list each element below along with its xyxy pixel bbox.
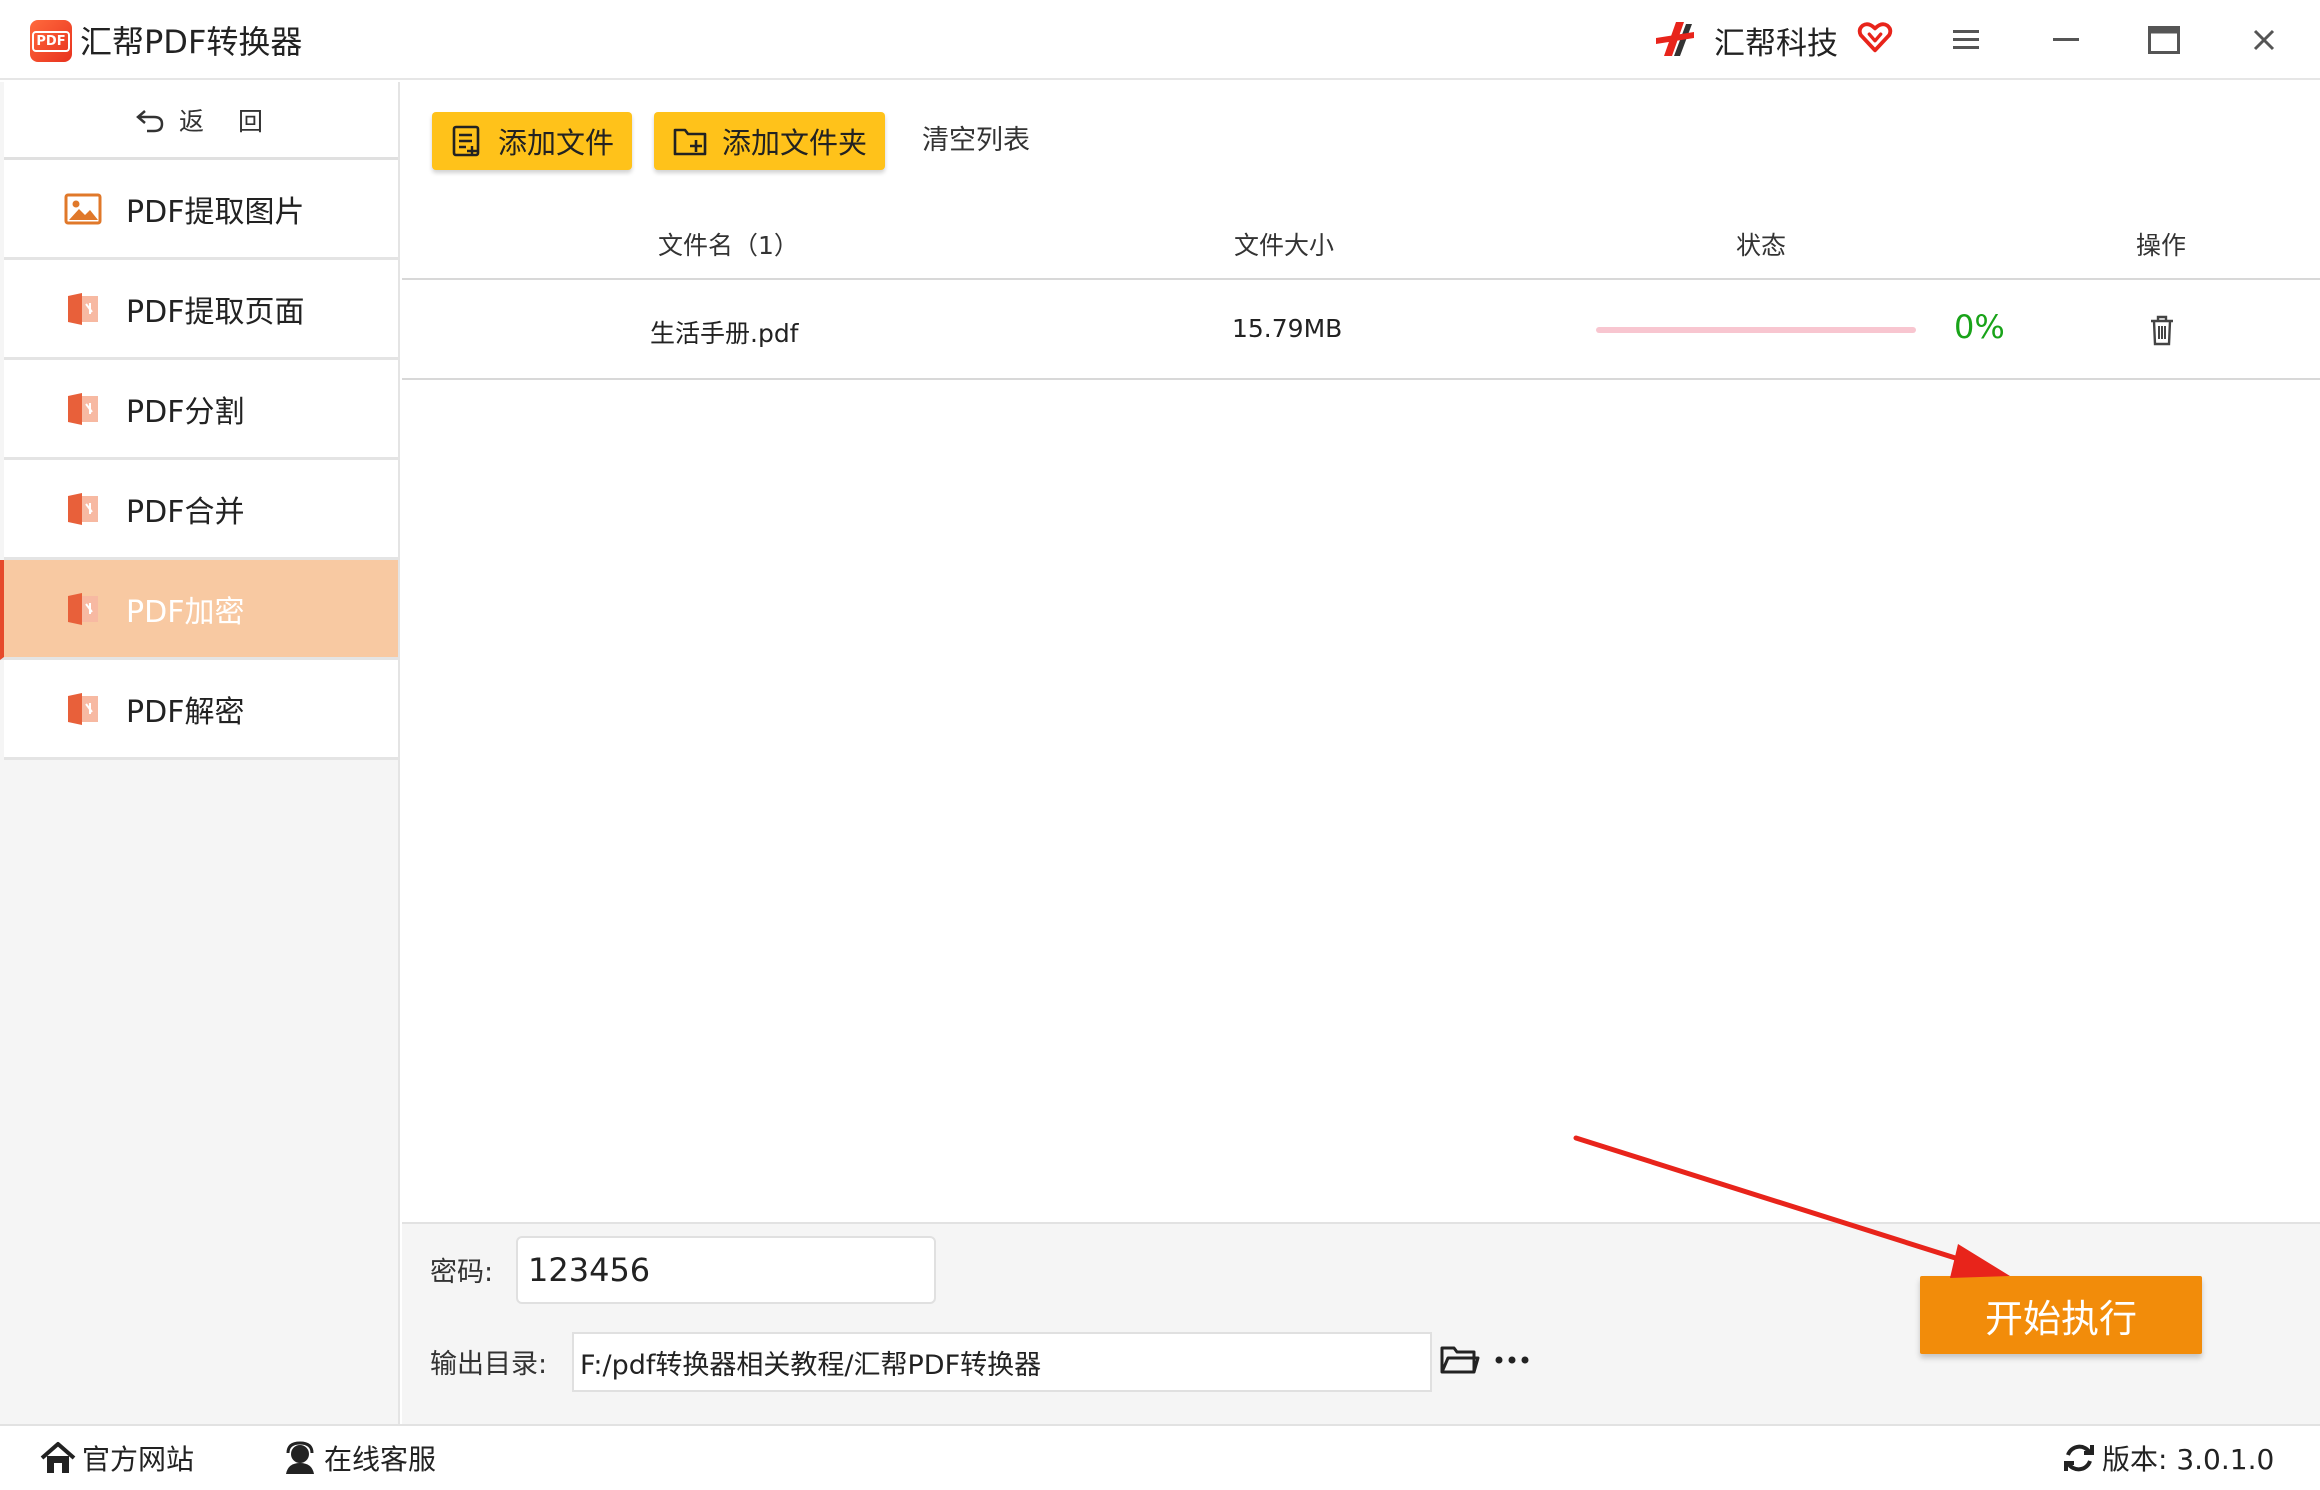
- toolbar: 添加文件 添加文件夹 清空列表: [402, 82, 2320, 198]
- add-folder-label: 添加文件夹: [722, 126, 868, 160]
- sidebar-item-encrypt[interactable]: PDF加密: [0, 560, 398, 660]
- version-label: 版本: 3.0.1.0: [2102, 1443, 2275, 1476]
- brand-name: 汇帮科技: [1714, 25, 1838, 62]
- back-arrow-icon: [136, 109, 164, 132]
- back-label-2: 回: [238, 106, 268, 136]
- pdf-file-icon: [68, 592, 98, 625]
- add-file-icon: [452, 125, 480, 157]
- close-icon: [2253, 29, 2275, 51]
- output-dir-input[interactable]: [572, 1332, 1432, 1392]
- add-folder-button[interactable]: 添加文件夹: [654, 112, 886, 170]
- file-name: 生活手册.pdf: [650, 319, 799, 348]
- start-button[interactable]: 开始执行: [1920, 1276, 2202, 1354]
- back-label: 返: [178, 106, 208, 136]
- sidebar-item-extract-pages[interactable]: PDF提取页面: [4, 260, 398, 360]
- online-support-link[interactable]: 在线客服: [282, 1438, 436, 1478]
- minimize-icon: [2053, 38, 2079, 41]
- sidebar-item-extract-images[interactable]: PDF提取图片: [4, 160, 398, 260]
- file-size: 15.79MB: [1232, 314, 1343, 343]
- support-icon: [286, 1441, 314, 1474]
- password-input[interactable]: [516, 1236, 936, 1304]
- output-dir-label: 输出目录:: [430, 1349, 548, 1380]
- column-header-size[interactable]: 文件大小: [1234, 226, 1334, 262]
- settings-panel: 密码: 输出目录: 开始执行: [402, 1222, 2320, 1424]
- pdf-file-icon: [68, 492, 98, 525]
- maximize-button[interactable]: [2142, 18, 2186, 62]
- more-options-button[interactable]: [1490, 1338, 1534, 1382]
- official-website-link[interactable]: 官方网站: [40, 1438, 194, 1478]
- sidebar: 返回 PDF提取图片 PDF提取页面 PDF分割 PDF合并 PDF加密 PDF…: [0, 82, 400, 1424]
- sidebar-item-decrypt[interactable]: PDF解密: [4, 660, 398, 760]
- table-header: 文件名（1） 文件大小 状态 操作: [402, 206, 2320, 280]
- more-icon: [1495, 1356, 1529, 1364]
- version-info[interactable]: 版本: 3.0.1.0: [2062, 1438, 2274, 1478]
- status-bar: 官方网站 在线客服 版本: 3.0.1.0: [0, 1424, 2320, 1490]
- sidebar-item-label: PDF解密: [126, 694, 245, 730]
- clear-list-button[interactable]: 清空列表: [922, 118, 1030, 164]
- progress-percent: 0%: [1954, 308, 2005, 346]
- close-button[interactable]: [2242, 18, 2286, 62]
- online-support-label: 在线客服: [324, 1443, 437, 1476]
- pdf-file-icon: [68, 292, 98, 325]
- column-header-name[interactable]: 文件名（1）: [658, 226, 799, 262]
- heart-icon[interactable]: [1856, 18, 1894, 56]
- column-header-action: 操作: [2136, 231, 2187, 260]
- menu-icon: [1953, 30, 1979, 49]
- sidebar-item-label: PDF提取图片: [126, 194, 305, 230]
- app-title: 汇帮PDF转换器: [80, 23, 303, 61]
- table-row[interactable]: 生活手册.pdf 15.79MB 0%: [402, 282, 2320, 380]
- sidebar-item-label: PDF加密: [126, 594, 245, 630]
- add-folder-icon: [673, 128, 707, 156]
- sidebar-item-label: PDF合并: [126, 494, 245, 530]
- delete-icon[interactable]: [2144, 312, 2180, 348]
- open-folder-icon[interactable]: [1438, 1338, 1482, 1382]
- back-button[interactable]: 返回: [4, 82, 398, 160]
- sidebar-item-split[interactable]: PDF分割: [4, 360, 398, 460]
- title-bar: PDF 汇帮PDF转换器 汇帮科技: [0, 0, 2320, 80]
- image-icon: [64, 193, 102, 224]
- minimize-button[interactable]: [2044, 18, 2088, 62]
- refresh-icon: [2064, 1444, 2094, 1472]
- brand-logo-icon: [1656, 22, 1694, 56]
- add-file-button[interactable]: 添加文件: [432, 112, 633, 170]
- maximize-icon: [2148, 26, 2180, 54]
- app-logo-icon: PDF: [30, 20, 72, 62]
- home-icon: [40, 1442, 76, 1473]
- brand: 汇帮科技: [1650, 14, 1894, 66]
- official-website-label: 官方网站: [82, 1443, 195, 1476]
- pdf-file-icon: [68, 392, 98, 425]
- password-label: 密码:: [430, 1257, 494, 1288]
- sidebar-item-merge[interactable]: PDF合并: [4, 460, 398, 560]
- progress-bar: [1596, 327, 1916, 333]
- add-file-label: 添加文件: [498, 126, 615, 160]
- sidebar-item-label: PDF提取页面: [126, 294, 305, 330]
- column-header-status: 状态: [1736, 231, 1787, 260]
- sidebar-item-label: PDF分割: [126, 394, 245, 430]
- menu-button[interactable]: [1944, 18, 1988, 62]
- pdf-file-icon: [68, 692, 98, 725]
